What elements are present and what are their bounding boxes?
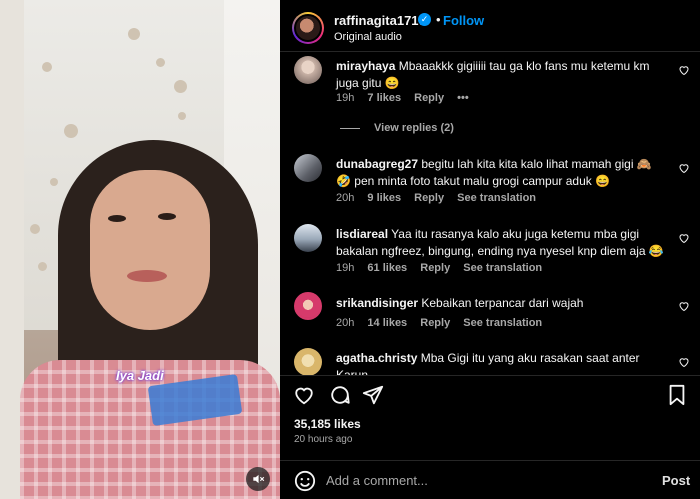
commenter-avatar[interactable] (294, 56, 322, 84)
comment-input[interactable] (326, 473, 646, 488)
wall-dot (174, 80, 187, 93)
person-face (90, 170, 210, 330)
commenter-username[interactable]: lisdiareal (336, 227, 388, 241)
comment-text: lisdiareal Yaa itu rasanya kalo aku juga… (336, 226, 666, 260)
reply-button[interactable]: Reply (420, 317, 450, 329)
verified-badge-icon: ✓ (418, 13, 431, 26)
reel-video[interactable]: Iya Jadi (0, 0, 280, 499)
post-panel: raffinagita1717 ✓ • Follow Original audi… (280, 0, 700, 499)
comment-text: dunabagreg27 begitu lah kita kita kalo l… (336, 156, 666, 190)
wall-dot (30, 224, 40, 234)
comment-time: 20h (336, 192, 355, 204)
eye (108, 215, 126, 222)
commenter-username[interactable]: dunabagreg27 (336, 157, 418, 171)
wall-dot (178, 112, 186, 120)
see-translation-button[interactable]: See translation (463, 262, 542, 274)
reply-button[interactable]: Reply (414, 192, 444, 204)
comment-meta: 19h 7 likes Reply ••• (336, 92, 479, 104)
commenter-avatar[interactable] (294, 348, 322, 375)
mouth (127, 270, 167, 282)
commenter-avatar[interactable] (294, 224, 322, 252)
view-replies-button[interactable]: View replies (2) (340, 122, 454, 134)
comment-heart-icon[interactable] (678, 356, 690, 368)
comment-icon[interactable] (329, 384, 351, 406)
comment-likes[interactable]: 7 likes (367, 92, 401, 104)
see-translation-button[interactable]: See translation (457, 192, 536, 204)
wall-dot (128, 28, 140, 40)
comment-likes[interactable]: 61 likes (367, 262, 407, 274)
follow-button[interactable]: Follow (443, 13, 484, 28)
wall-dot (64, 124, 78, 138)
comment-likes[interactable]: 14 likes (367, 317, 407, 329)
comment-meta: 20h 9 likes Reply See translation (336, 192, 546, 204)
comment-meta: 19h 61 likes Reply See translation (336, 262, 552, 274)
mute-button[interactable] (246, 467, 270, 491)
comment-meta: 20h 14 likes Reply See translation (336, 317, 552, 329)
author-avatar[interactable] (292, 12, 324, 44)
share-icon[interactable] (362, 384, 384, 406)
wall-dot (38, 262, 47, 271)
see-translation-button[interactable]: See translation (463, 317, 542, 329)
comment-text: agatha.christy Mba Gigi itu yang aku ras… (336, 350, 666, 375)
post-timestamp: 20 hours ago (294, 434, 353, 445)
commenter-username[interactable]: srikandisinger (336, 296, 418, 310)
comment-time: 20h (336, 317, 355, 329)
comment-heart-icon[interactable] (678, 162, 690, 174)
video-caption: Iya Jadi (116, 368, 164, 383)
view-replies-label: View replies (2) (374, 122, 454, 134)
commenter-avatar[interactable] (294, 292, 322, 320)
likes-count[interactable]: 35,185 likes (294, 417, 361, 431)
commenter-username[interactable]: mirayhaya (336, 59, 395, 73)
reply-button[interactable]: Reply (420, 262, 450, 274)
post-actions (280, 375, 700, 411)
original-audio-link[interactable]: Original audio (334, 31, 402, 43)
wall-dot (50, 178, 58, 186)
comment-heart-icon[interactable] (678, 300, 690, 312)
commenter-username[interactable]: agatha.christy (336, 351, 417, 365)
comment-text: srikandisinger Kebaikan terpancar dari w… (336, 295, 666, 312)
commenter-avatar[interactable] (294, 154, 322, 182)
header-separator: • (436, 12, 441, 27)
eye (158, 213, 176, 220)
comment-body: Kebaikan terpancar dari wajah (421, 296, 584, 310)
reply-button[interactable]: Reply (414, 92, 444, 104)
speaker-muted-icon (253, 474, 265, 484)
comment-heart-icon[interactable] (678, 64, 690, 76)
comments-list[interactable]: mirayhaya Mbaaakkk gigiiiii tau ga klo f… (280, 52, 700, 375)
wall-dot (42, 62, 52, 72)
comment-time: 19h (336, 262, 355, 274)
author-username[interactable]: raffinagita1717 (334, 13, 426, 28)
comment-likes[interactable]: 9 likes (367, 192, 401, 204)
comment-heart-icon[interactable] (678, 232, 690, 244)
post-header: raffinagita1717 ✓ • Follow Original audi… (280, 0, 700, 52)
comment-composer: Post (280, 460, 700, 499)
comment-time: 19h (336, 92, 355, 104)
post-button[interactable]: Post (662, 473, 690, 488)
comment-text: mirayhaya Mbaaakkk gigiiiii tau ga klo f… (336, 58, 666, 92)
wall-dot (156, 58, 165, 67)
more-options-icon[interactable]: ••• (457, 92, 469, 104)
heart-icon[interactable] (293, 384, 315, 406)
bookmark-icon[interactable] (666, 384, 688, 406)
emoji-icon[interactable] (294, 470, 316, 492)
